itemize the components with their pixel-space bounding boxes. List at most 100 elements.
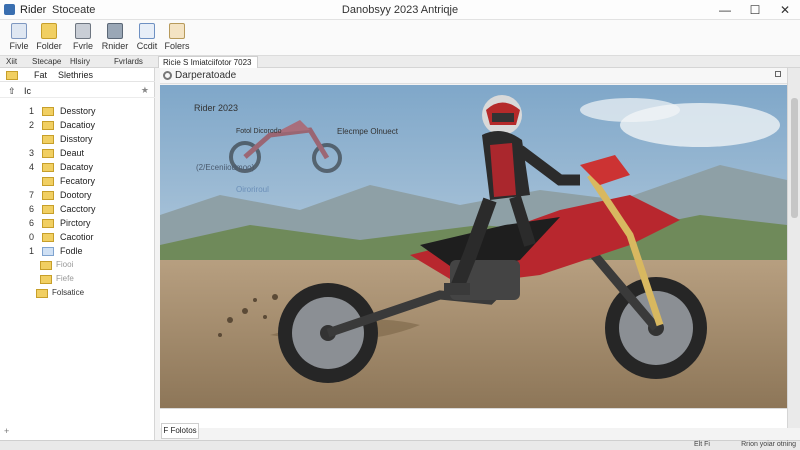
up-arrow-icon[interactable]: ⇧ [8,86,16,97]
edit-icon [139,23,155,39]
tree-item[interactable]: 1 Desstory [0,104,155,118]
tree-item[interactable]: 0 Cacotior [0,230,155,244]
folder-button-label: Folder [36,41,62,51]
window-title: Danobsyy 2023 Antriqje [341,4,459,16]
folder-icon [42,219,54,228]
file-button-label: Fivle [9,41,29,51]
image-overlay-title: Rider 2023 [194,103,239,113]
folder-icon [42,177,54,186]
tree-item[interactable]: 3 Deaut [0,146,155,160]
filters-button[interactable]: Folers [160,23,194,55]
status-bar: Elt Fi Rrion yoiar otning [0,440,800,450]
star-icon[interactable]: ★ [141,85,149,96]
bottom-panel [160,408,787,428]
tree-item-number: 6 [28,218,34,228]
tree-subitem[interactable]: Fiefe [0,272,155,286]
tree-item[interactable]: 6 Pirctory [0,216,155,230]
image-overlay-label: Elecmpe Olnuect [337,127,398,136]
sidebar-header-label[interactable]: Fat [34,70,47,80]
tree-item-number: 4 [28,162,34,172]
tree-item[interactable]: 2 Dacatioy [0,118,155,132]
folder-icon [42,163,54,172]
edit-button[interactable]: Ccdit [130,23,164,55]
tree-item-number: 2 [28,120,34,130]
tree-item-label: Dacatoy [60,162,94,172]
image-overlay-link[interactable]: Oiroriroul [236,185,269,194]
maximize-button[interactable]: ☐ [740,0,770,20]
tree-item-number: 7 [28,190,34,200]
tree-item-number: 1 [28,106,34,116]
tree-item-label: Fodle [60,246,83,256]
sidebar-header: Fat Slethries [0,68,155,82]
vertical-scrollbar[interactable] [787,68,800,428]
folder-icon [42,121,54,130]
tab-history[interactable]: Hlsiry [66,56,94,68]
render-button-label: Rnider [101,41,129,51]
tree-item-label: Disstory [60,134,93,144]
folder-icon [42,191,54,200]
tree-item[interactable]: 6 Cacctory [0,202,155,216]
tree-item-label: Desstory [60,106,96,116]
render-button[interactable]: Rnider [98,23,132,55]
tab-document[interactable]: Ricie S Imiatciifotor 7023 [158,56,258,68]
tree-item-number: 0 [28,232,34,242]
title-bar: Rider Stoceate Danobsyy 2023 Antriqje — … [0,0,800,20]
folder-button[interactable]: Folder [32,23,66,55]
maximize-panel-icon[interactable] [775,71,781,77]
panel-title: Darperatoade [175,70,237,81]
sidebar-tools: ⇧ Ic ★ [0,84,155,98]
tree-item-number: 6 [28,204,34,214]
print-icon [75,23,91,39]
tab-forwards[interactable]: Fvrlards [110,56,147,68]
status-left: Elt Fi [694,441,710,448]
status-right: Rrion yoiar otning [741,441,796,448]
tab-folders[interactable]: F Folotos [161,423,199,439]
ribbon-toolbar: Fivle Folder Fvrle Rnider Ccdit Folers [0,20,800,56]
tree-subitem-label: Fiooi [56,260,74,269]
folder-icon [40,275,52,284]
print-button[interactable]: Fvrle [66,23,100,55]
tree-item-label: Dacatioy [60,120,96,130]
edit-button-label: Ccdit [136,41,158,51]
tree-item-label: Dootory [60,190,92,200]
image-overlay-label: Fotol Dicorodo [236,128,282,135]
tab-escape[interactable]: Stecape [28,56,65,68]
preview-panel-header: Darperatoade [160,68,787,84]
tree-item-label: Pirctory [60,218,91,228]
folder-sidebar: Fat Slethries ⇧ Ic ★ 1 Desstory 2 Dacati… [0,68,155,440]
filters-icon [169,23,185,39]
folder-icon [36,289,48,298]
image-overlay-label: (2/Eceniiodmoo) [196,163,255,172]
print-button-label: Fvrle [73,41,93,51]
tree-subitem[interactable]: Fiooi [0,258,155,272]
tree-item-label: Deaut [60,148,85,158]
minimize-button[interactable]: — [710,0,740,20]
tree-subitem[interactable]: Folsatice [0,286,155,300]
folder-icon [42,247,54,256]
tree-item[interactable]: Disstory [0,132,155,146]
sidebar-add-button[interactable]: + [4,426,9,436]
tree-item[interactable]: Fecatory [0,174,155,188]
folder-icon [42,107,54,116]
folder-icon [42,149,54,158]
tree-subitem-label: Fiefe [56,274,74,283]
render-icon [107,23,123,39]
close-button[interactable]: ✕ [770,0,800,20]
tree-subitem-label: Folsatice [52,288,85,297]
tree-item-label: Cacctory [60,204,96,214]
tab-exit[interactable]: Xiit [2,56,21,68]
file-button[interactable]: Fivle [2,23,36,55]
tree-item[interactable]: 1 Fodle [0,244,155,258]
sidebar-header-label-2[interactable]: Slethries [58,70,93,80]
folder-icon [42,135,54,144]
sidebar-tool-label[interactable]: Ic [24,86,31,96]
file-icon [11,23,27,39]
folder-icon [41,23,57,39]
tree-item-number: 1 [28,246,34,256]
tree-item[interactable]: 7 Dootory [0,188,155,202]
folder-icon [40,261,52,270]
tree-item[interactable]: 4 Dacatoy [0,160,155,174]
scrollbar-thumb[interactable] [791,98,798,218]
gear-icon[interactable] [163,71,172,80]
tree-item-label: Fecatory [60,176,96,186]
